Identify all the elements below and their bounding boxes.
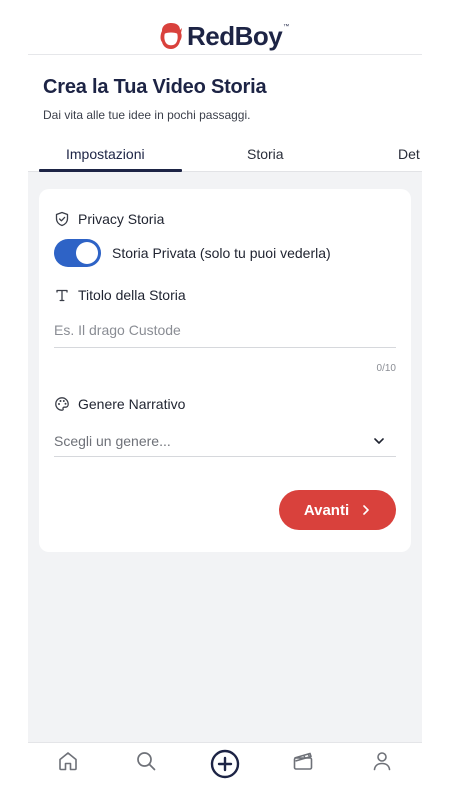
chevron-right-icon <box>363 505 369 515</box>
privacy-toggle-label: Storia Privata (solo tu puoi vederla) <box>112 245 331 261</box>
clapperboard-icon[interactable] <box>291 749 315 773</box>
genre-label-text: Genere Narrativo <box>78 396 186 412</box>
genre-select-value: Scegli un genere... <box>54 432 171 449</box>
privacy-toggle[interactable] <box>54 239 101 267</box>
redboy-logo-icon <box>160 23 182 49</box>
genre-section-label: Genere Narrativo <box>54 396 185 412</box>
brand-logo: RedBoy ™ <box>158 20 289 52</box>
user-icon[interactable] <box>370 749 394 773</box>
bottom-nav <box>28 742 422 800</box>
title-label-text: Titolo della Storia <box>78 287 186 303</box>
tab-impostazioni[interactable]: Impostazioni <box>66 146 145 162</box>
next-button[interactable]: Avanti <box>279 490 396 530</box>
tab-bar: Impostazioni Storia Det <box>28 134 422 172</box>
settings-card: Privacy Storia Storia Privata (solo tu p… <box>39 189 411 552</box>
brand-name: RedBoy <box>187 20 283 51</box>
title-char-counter: 0/10 <box>376 363 396 374</box>
story-title-input[interactable] <box>54 313 396 348</box>
trademark-symbol: ™ <box>283 24 290 30</box>
shield-icon <box>55 211 69 227</box>
tab-dettagli[interactable]: Det <box>398 146 420 162</box>
text-icon <box>56 289 68 302</box>
home-icon[interactable] <box>56 749 80 773</box>
chevron-down-icon <box>374 437 384 444</box>
privacy-section-label: Privacy Storia <box>54 211 164 227</box>
next-button-label: Avanti <box>303 501 350 519</box>
app-screen: RedBoy ™ Crea la Tua Video Storia Dai vi… <box>28 0 422 800</box>
privacy-label-text: Privacy Storia <box>78 211 165 227</box>
page-subtitle: Dai vita alle tue idee in pochi passaggi… <box>43 108 251 122</box>
plus-circle-icon[interactable] <box>210 749 240 779</box>
toggle-knob <box>76 242 98 264</box>
title-section-label: Titolo della Storia <box>54 287 186 303</box>
palette-icon <box>55 397 69 411</box>
top-header: RedBoy ™ Crea la Tua Video Storia Dai vi… <box>28 0 422 172</box>
header-divider <box>28 54 422 55</box>
active-tab-indicator <box>39 169 182 172</box>
page-title: Crea la Tua Video Storia <box>43 76 267 98</box>
search-icon[interactable] <box>134 749 158 773</box>
genre-select[interactable]: Scegli un genere... <box>54 425 396 457</box>
tab-storia[interactable]: Storia <box>247 146 284 162</box>
